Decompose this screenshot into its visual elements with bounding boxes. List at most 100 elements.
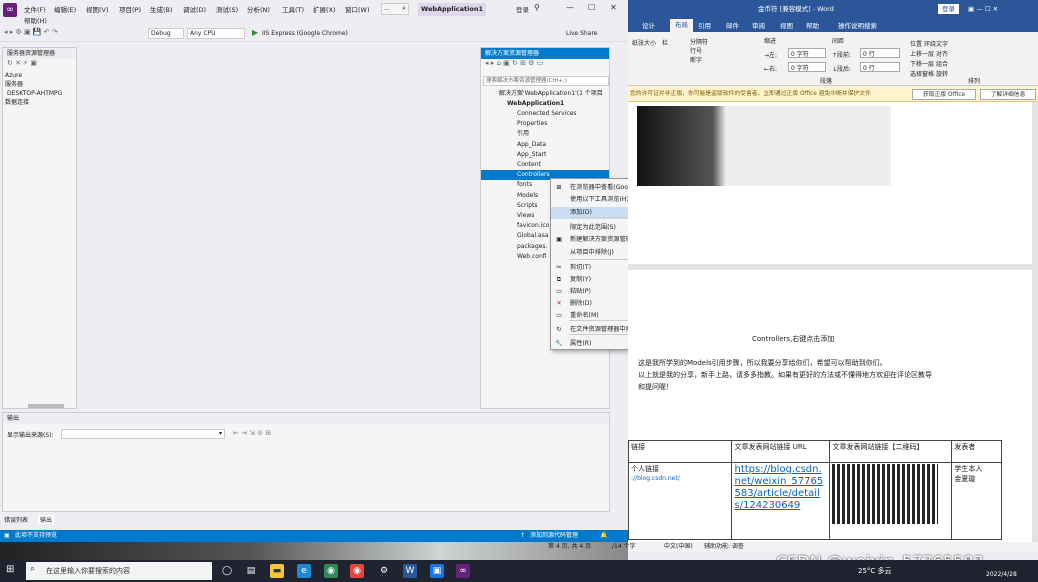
output-source-dropdown[interactable]: ▾ (61, 429, 225, 439)
edge-icon[interactable]: e (297, 564, 311, 578)
get-genuine-button[interactable]: 获取正版 Office (912, 89, 976, 100)
solution-item[interactable]: Content (517, 160, 541, 170)
run-button[interactable]: IIS Express (Google Chrome) (262, 30, 348, 37)
solution-item[interactable]: Web.confi (517, 252, 547, 262)
solution-search-input[interactable]: 搜索解决方案资源管理器(Ctrl+;) (483, 76, 609, 86)
word-taskbar-icon[interactable]: W (403, 564, 417, 578)
menu-item[interactable]: 分析(N) (247, 4, 270, 14)
word-login[interactable]: 登录 (938, 4, 959, 14)
account-icon[interactable]: ⚲ (534, 3, 540, 12)
left-indent-input[interactable]: 0 字符 (788, 48, 826, 58)
menu-item[interactable]: 文件(F) (24, 4, 46, 14)
ribbon-hyphenation[interactable]: 断字 (690, 57, 702, 64)
menu-item[interactable]: 视图(V) (86, 4, 109, 14)
ribbon-align[interactable]: 对齐 (936, 51, 948, 58)
solution-explorer-toolbar[interactable]: ◂ ▸ ⌂ ▣ ↻ ⊞ ⚙ ▭ (481, 59, 609, 71)
vs-search-box[interactable]: ... ⌕ (381, 3, 409, 15)
weather-text[interactable]: 25°C 多云 (858, 566, 892, 576)
windows-start-icon[interactable]: ⊞ (6, 564, 14, 575)
solution-root[interactable]: 解决方案'WebApplication1'(1 个项目 (499, 89, 603, 99)
ribbon-group[interactable]: 组合 (936, 61, 948, 68)
menu-item[interactable]: 工具(T) (282, 4, 304, 14)
run-icon[interactable]: ▶ (252, 28, 258, 37)
solution-item[interactable]: Views (517, 211, 534, 221)
word-tab[interactable]: 帮助 (806, 20, 819, 30)
visual-studio-logo-icon[interactable]: ∞ (3, 3, 17, 17)
solution-item[interactable]: App_Start (517, 150, 546, 160)
menu-help[interactable]: 帮助(H) (24, 15, 47, 25)
word-items-right[interactable]: 位置 环绕文字 上移一层 对齐 下移一层 组合 选择窗格 旋转 (910, 40, 948, 80)
output-toolbar-icons[interactable]: ⇤ ⇥ ⇲ ⊘ ⊞ (233, 429, 271, 437)
word-tab[interactable]: 布局 (670, 19, 693, 32)
word-tab[interactable]: 视图 (780, 20, 793, 30)
nav-back-forward-icon[interactable]: ◂ ▸ ⚙ ▣ 💾 ↶ ↷ (4, 28, 58, 36)
live-share-button[interactable]: Live Share (566, 30, 597, 37)
horizontal-scrollbar[interactable] (28, 404, 64, 408)
ribbon-rotate[interactable]: 旋转 (936, 71, 948, 78)
app-icon[interactable]: ◉ (324, 564, 338, 578)
settings-icon[interactable]: ⚙ (377, 564, 391, 578)
project-node[interactable]: WebApplication1 (507, 99, 564, 109)
word-tab[interactable]: 设计 (642, 20, 655, 30)
ribbon-send-backward[interactable]: 下移一层 (910, 61, 934, 68)
solution-item[interactable]: Connected Services (517, 109, 577, 119)
personal-link-url[interactable]: ://blog.csdn.net/ (631, 475, 680, 482)
solution-item[interactable]: fonts (517, 180, 532, 190)
menu-item[interactable]: 项目(P) (119, 4, 141, 14)
ribbon-bring-forward[interactable]: 上移一层 (910, 51, 934, 58)
ribbon-paper-size[interactable]: 纸张大小 (632, 40, 656, 47)
notification-icon[interactable]: 🔔 (600, 530, 607, 542)
tab-error-list[interactable]: 错误列表 (4, 515, 28, 524)
task-view-icon[interactable]: ◯ (220, 564, 234, 578)
word-items-left[interactable]: 纸张大小 栏 (632, 38, 668, 47)
ribbon-line-numbers[interactable]: 行号 (690, 48, 702, 55)
solution-item[interactable]: 引用 (517, 129, 529, 139)
photos-icon[interactable]: ▣ (430, 564, 444, 578)
config-dropdown[interactable]: Debug (148, 28, 184, 39)
maximize-button[interactable]: ☐ (588, 3, 595, 12)
word-tab[interactable]: 邮件 (726, 20, 739, 30)
server-explorer-toolbar[interactable]: ↻ ✕ ⚡ ▣ (3, 59, 76, 71)
file-explorer-icon[interactable]: ▬ (270, 564, 284, 578)
widgets-icon[interactable]: ▤ (244, 564, 258, 578)
menu-item[interactable]: 生成(B) (150, 4, 173, 14)
solution-item[interactable]: favicon.ico (517, 221, 549, 231)
menu-item[interactable]: 编辑(E) (54, 4, 76, 14)
visual-studio-taskbar-icon[interactable]: ∞ (456, 564, 470, 578)
ribbon-selection-pane[interactable]: 选择窗格 (910, 71, 934, 78)
source-control-button[interactable]: 添加到源代码管理 (530, 530, 578, 542)
article-url[interactable]: https://blog.csdn.net/weixin_57765583/ar… (734, 464, 826, 512)
word-tab[interactable]: 引用 (698, 20, 711, 30)
platform-dropdown[interactable]: Any CPU (187, 28, 245, 39)
right-indent-input[interactable]: 0 字符 (788, 62, 826, 72)
solution-item[interactable]: Global.asa (517, 231, 549, 241)
ribbon-columns[interactable]: 栏 (662, 40, 668, 47)
minimize-button[interactable]: — (566, 3, 574, 12)
after-input[interactable]: 0 行 (860, 62, 900, 72)
solution-item[interactable]: Scripts (517, 201, 538, 211)
tab-output[interactable]: 输出 (38, 515, 55, 524)
word-tab[interactable]: 操作说明搜索 (838, 20, 877, 30)
menu-item[interactable]: 窗口(W) (345, 4, 370, 14)
ribbon-position[interactable]: 位置 (910, 41, 922, 48)
word-tab[interactable]: 审阅 (752, 20, 765, 30)
menu-item[interactable]: 调试(D) (183, 4, 206, 14)
ribbon-wrap-text[interactable]: 环绕文字 (924, 41, 948, 48)
menu-item[interactable]: 扩展(X) (313, 4, 336, 14)
before-input[interactable]: 0 行 (860, 48, 900, 58)
solution-item[interactable]: Properties (517, 119, 547, 129)
ribbon-breaks[interactable]: 分隔符 (690, 39, 708, 46)
vs-login[interactable]: 登录 (516, 4, 529, 14)
solution-item[interactable]: Models (517, 191, 538, 201)
close-button[interactable]: ✕ (610, 3, 617, 12)
word-items-mid[interactable]: 分隔符 行号 断字 (690, 38, 708, 65)
server-tree-item[interactable]: 数据连接 (5, 98, 29, 108)
taskbar-search-input[interactable]: 在这里输入你要搜索的内容 (26, 562, 212, 580)
chrome-icon[interactable]: ◉ (350, 564, 364, 578)
learn-more-button[interactable]: 了解详细信息 (980, 89, 1036, 100)
clock-date[interactable]: 2022/4/28 (986, 571, 1017, 578)
word-window-controls[interactable]: ▣ — ☐ ✕ (968, 0, 998, 18)
solution-item[interactable]: packages. (517, 242, 547, 252)
menu-item[interactable]: 测试(S) (216, 4, 238, 14)
solution-item[interactable]: App_Data (517, 140, 546, 150)
